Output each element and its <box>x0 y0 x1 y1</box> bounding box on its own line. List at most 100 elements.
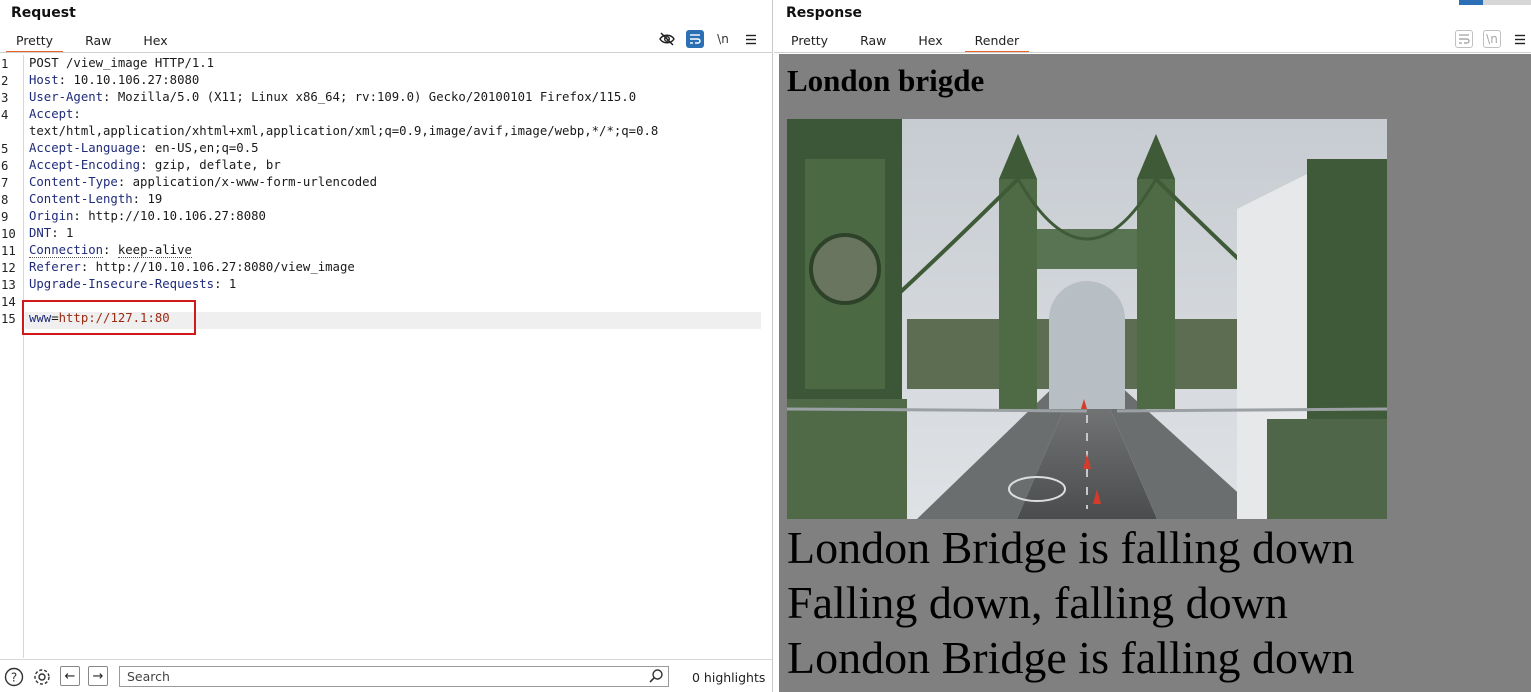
header-separator: : <box>140 141 155 155</box>
wrap-icon[interactable] <box>686 30 704 48</box>
tab-pretty[interactable]: Pretty <box>781 31 838 53</box>
header-key: Upgrade-Insecure-Requests <box>29 277 215 291</box>
request-toolbar: \n <box>648 30 760 48</box>
header-key: Referer <box>29 260 81 274</box>
header-separator: : <box>73 209 89 223</box>
header-value: application/x-www-form-urlencoded <box>132 175 377 189</box>
line-number: 6 <box>1 159 9 173</box>
header-key: Accept-Language <box>29 141 141 155</box>
response-title: Response <box>786 5 863 21</box>
header-separator: : <box>103 243 118 257</box>
tab-divider <box>774 52 1531 53</box>
request-line: Host: 10.10.106.27:8080 <box>29 72 199 89</box>
request-line: DNT: 1 <box>29 225 73 242</box>
menu-icon[interactable] <box>1511 30 1529 48</box>
line-number: 13 <box>1 278 16 292</box>
header-value: 1 <box>66 226 74 240</box>
response-toolbar: \n <box>1445 30 1529 48</box>
newline-icon[interactable]: \n <box>714 30 732 48</box>
request-line: Content-Type: application/x-www-form-url… <box>29 174 377 191</box>
line-number: 2 <box>1 74 9 88</box>
header-value: keep-alive <box>117 243 192 258</box>
header-value: gzip, deflate, br <box>154 158 281 172</box>
header-key: Content-Type <box>29 175 118 189</box>
header-separator: : <box>140 158 155 172</box>
tab-hex[interactable]: Hex <box>908 31 952 53</box>
header-key: Accept-Encoding <box>29 158 141 172</box>
newline-icon[interactable]: \n <box>1483 30 1501 48</box>
header-separator: : <box>214 277 229 291</box>
menu-icon[interactable] <box>742 30 760 48</box>
request-line: POST /view_image HTTP/1.1 <box>29 55 214 72</box>
lyric-line: London Bridge is falling down <box>787 632 1355 683</box>
line-number: 5 <box>1 142 9 156</box>
hide-eye-icon[interactable] <box>658 30 676 48</box>
search-input[interactable] <box>119 666 669 687</box>
wrap-icon[interactable] <box>1455 30 1473 48</box>
tab-hex[interactable]: Hex <box>133 31 177 53</box>
layout-buttons <box>1459 0 1531 5</box>
help-icon[interactable]: ? <box>4 667 24 687</box>
highlights-count: 0 highlights <box>692 670 766 685</box>
bridge-image <box>787 119 1387 519</box>
layout-button[interactable] <box>1507 0 1531 5</box>
header-value: 10.10.106.27:8080 <box>73 73 200 87</box>
request-pane: Request Pretty Raw Hex \n 1 2 3 4 5 6 7 8 9 10 11 1… <box>0 0 773 692</box>
request-line: Content-Length: 19 <box>29 191 162 208</box>
header-value: text/html,application/xhtml+xml,applicat… <box>29 124 659 138</box>
header-value: 19 <box>147 192 163 206</box>
header-key: Host <box>29 73 59 87</box>
render-view: London brigde London Bridge is falling d… <box>779 54 1531 692</box>
forward-arrow-icon[interactable]: → <box>88 666 108 686</box>
request-line: Referer: http://10.10.106.27:8080/view_i… <box>29 259 355 276</box>
header-key: User-Agent <box>29 90 104 104</box>
request-line: Connection: keep-alive <box>29 242 192 259</box>
request-line: Accept-Language: en-US,en;q=0.5 <box>29 140 259 157</box>
header-value: Mozilla/5.0 (X11; Linux x86_64; rv:109.0… <box>117 90 637 104</box>
line-number: 12 <box>1 261 16 275</box>
layout-button[interactable] <box>1483 0 1507 5</box>
header-separator: : <box>117 175 133 189</box>
request-tabs: Pretty Raw Hex <box>6 31 190 53</box>
tab-raw[interactable]: Raw <box>850 31 896 53</box>
line-number: 14 <box>1 295 16 309</box>
header-key: Origin <box>29 209 74 223</box>
request-line: Accept: <box>29 106 81 123</box>
request-line: Origin: http://10.10.106.27:8080 <box>29 208 266 225</box>
highlight-box <box>22 300 196 335</box>
line-number: 7 <box>1 176 9 190</box>
svg-text:?: ? <box>11 671 17 685</box>
header-separator: : <box>103 90 118 104</box>
layout-button-active[interactable] <box>1459 0 1483 5</box>
line-number: 9 <box>1 210 9 224</box>
search-icon[interactable] <box>648 668 664 684</box>
request-title: Request <box>11 5 76 21</box>
header-value: POST /view_image HTTP/1.1 <box>29 56 215 70</box>
line-number: 11 <box>1 244 16 258</box>
request-editor[interactable]: 1 2 3 4 5 6 7 8 9 10 11 12 13 14 15 POST /view_image H… <box>0 55 772 658</box>
header-key: Connection <box>29 243 104 258</box>
tab-render[interactable]: Render <box>964 31 1030 53</box>
request-line: Upgrade-Insecure-Requests: 1 <box>29 276 236 293</box>
header-value: http://10.10.106.27:8080/view_image <box>95 260 355 274</box>
tab-divider <box>0 52 773 53</box>
header-separator: : <box>73 107 81 121</box>
request-line: User-Agent: Mozilla/5.0 (X11; Linux x86_… <box>29 89 636 106</box>
header-key: Content-Length <box>29 192 133 206</box>
line-number: 3 <box>1 91 9 105</box>
response-pane: Response Pretty Raw Hex Render \n London… <box>774 0 1531 692</box>
line-number: 15 <box>1 312 16 326</box>
request-bottom-bar: ? ← → 0 highlights <box>0 659 772 692</box>
header-separator: : <box>132 192 148 206</box>
header-value: 1 <box>228 277 237 291</box>
tab-raw[interactable]: Raw <box>75 31 121 53</box>
line-number: 8 <box>1 193 9 207</box>
tab-pretty[interactable]: Pretty <box>6 31 64 53</box>
header-value: http://10.10.106.27:8080 <box>88 209 266 223</box>
header-separator: : <box>58 73 74 87</box>
line-number: 4 <box>1 108 9 122</box>
header-key: DNT <box>29 226 52 240</box>
back-arrow-icon[interactable]: ← <box>60 666 80 686</box>
header-separator: : <box>51 226 67 240</box>
settings-gear-icon[interactable] <box>32 667 52 687</box>
